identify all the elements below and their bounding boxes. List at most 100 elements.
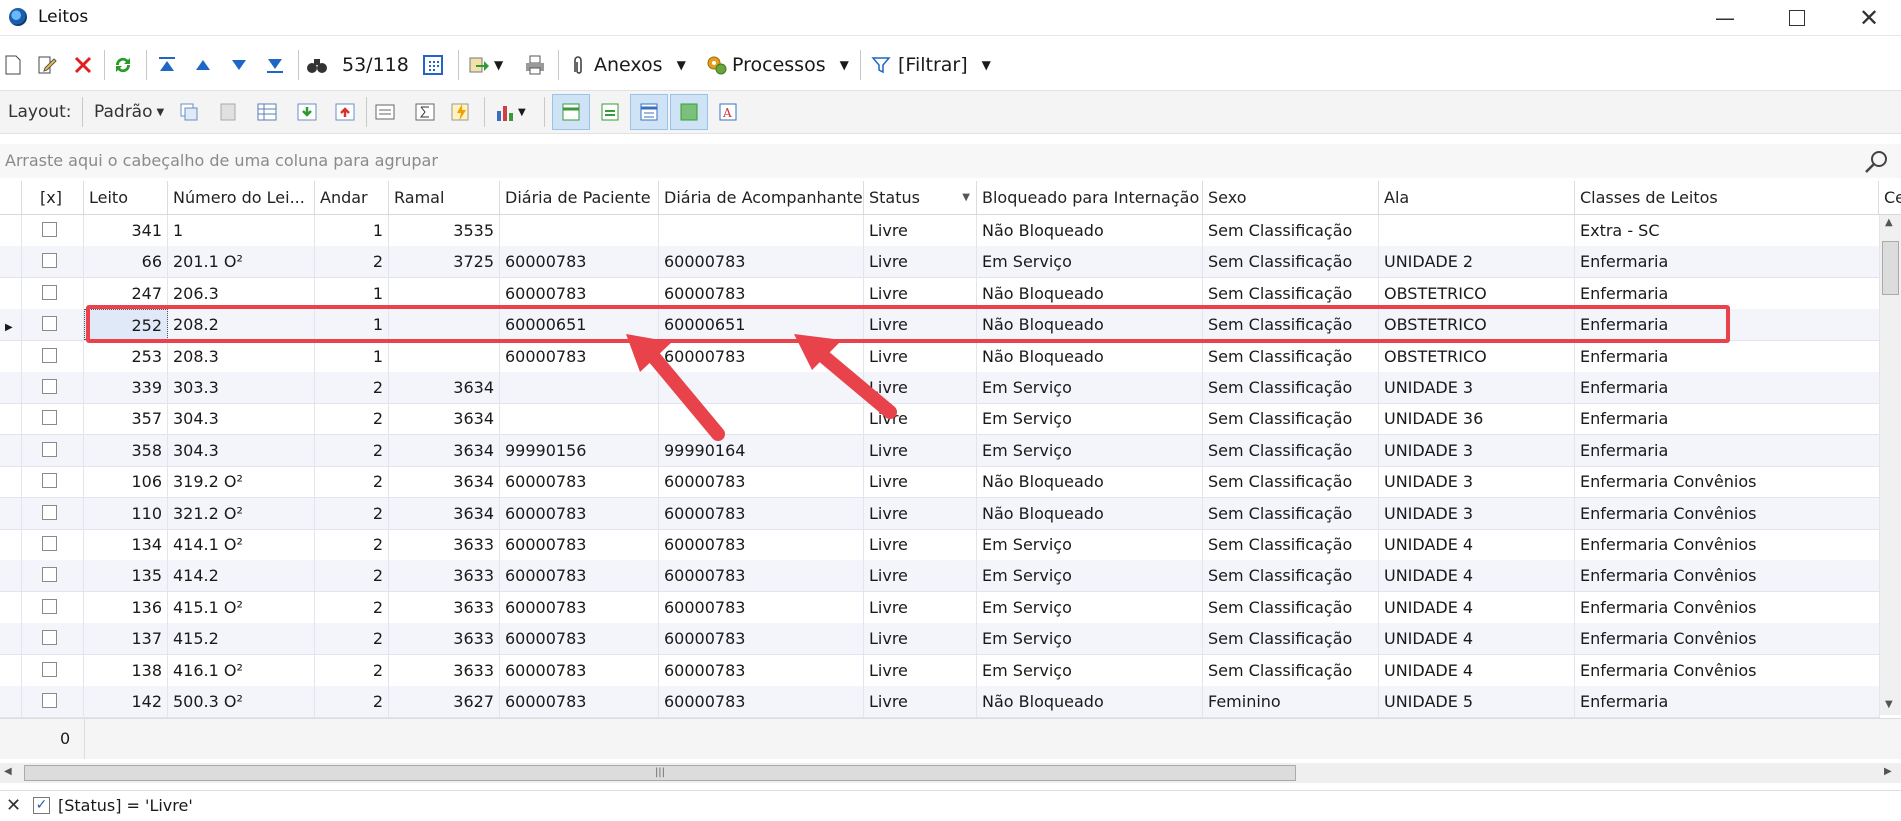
scroll-right-icon[interactable]: ▶ xyxy=(1884,766,1892,777)
clear-filter-icon[interactable]: ✕ xyxy=(6,795,21,816)
cell-status[interactable]: Livre xyxy=(864,372,977,403)
cell-bloq[interactable]: Não Bloqueado xyxy=(977,497,1203,529)
table-row[interactable]: 253 208.3 1 60000783 60000783 Livre Não Bloque… xyxy=(0,340,1880,373)
cell-ala[interactable]: UNIDADE 3 xyxy=(1379,434,1575,466)
scroll-left-icon[interactable]: ◀ xyxy=(4,766,12,777)
cell-status[interactable]: Livre xyxy=(864,340,977,372)
cell-numero[interactable]: 201.1 O² xyxy=(168,246,315,278)
cell-ala[interactable]: UNIDADE 3 xyxy=(1379,497,1575,529)
cell-sexo[interactable]: Sem Classificação xyxy=(1203,466,1379,498)
cell-dp[interactable]: 60000783 xyxy=(500,686,659,717)
cell-leito[interactable]: 110 xyxy=(84,497,168,529)
cell-dp[interactable]: 60000783 xyxy=(500,497,659,529)
row-checkbox[interactable] xyxy=(42,379,57,394)
cell-numero[interactable]: 414.2 xyxy=(168,560,315,592)
cell-numero[interactable]: 415.1 O² xyxy=(168,591,315,623)
header-ramal[interactable]: Ramal xyxy=(389,181,500,214)
cell-leito[interactable]: 138 xyxy=(84,654,168,686)
cell-bloq[interactable]: Em Serviço xyxy=(977,403,1203,435)
cell-dp[interactable]: 60000783 xyxy=(500,623,659,655)
cell-status[interactable]: Livre xyxy=(864,529,977,560)
cell-status[interactable]: Livre xyxy=(864,623,977,655)
vertical-scroll-thumb[interactable] xyxy=(1882,241,1899,295)
cell-leito[interactable]: 341 xyxy=(84,215,168,246)
cell-andar[interactable]: 2 xyxy=(315,623,389,655)
new-record-button[interactable] xyxy=(2,44,24,86)
cell-numero[interactable]: 319.2 O² xyxy=(168,466,315,498)
export-button[interactable]: ▼ xyxy=(468,44,503,86)
cell-ramal[interactable]: 3633 xyxy=(389,560,500,592)
cell-andar[interactable]: 2 xyxy=(315,654,389,686)
table-row[interactable]: 137 415.2 2 3633 60000783 60000783 Livre Em Ser… xyxy=(0,623,1880,656)
cell-numero[interactable]: 500.3 O² xyxy=(168,686,315,717)
layout-copy-button[interactable] xyxy=(178,91,200,133)
cell-classe[interactable]: Enfermaria xyxy=(1575,434,1880,466)
cell-numero[interactable]: 208.3 xyxy=(168,340,315,372)
print-button[interactable] xyxy=(524,44,546,86)
cell-sexo[interactable]: Sem Classificação xyxy=(1203,246,1379,278)
table-row[interactable]: 358 304.3 2 3634 99990156 99990164 Livre Em Ser… xyxy=(0,434,1880,467)
cell-numero[interactable]: 321.2 O² xyxy=(168,497,315,529)
cell-ala[interactable]: OBSTETRICO xyxy=(1379,340,1575,372)
edit-record-button[interactable] xyxy=(36,44,58,86)
cell-andar[interactable]: 2 xyxy=(315,403,389,435)
cell-ramal[interactable] xyxy=(389,340,500,372)
cell-classe[interactable]: Enfermaria xyxy=(1575,686,1880,717)
table-row[interactable]: 357 304.3 2 3634 Livre Em Serviço Sem Classifi… xyxy=(0,403,1880,436)
cell-classe[interactable]: Enfermaria Convênios xyxy=(1575,591,1880,623)
header-check[interactable]: [x] xyxy=(22,181,84,214)
row-checkbox[interactable] xyxy=(42,630,57,646)
cell-numero[interactable]: 414.1 O² xyxy=(168,529,315,560)
cell-ala[interactable]: UNIDADE 4 xyxy=(1379,529,1575,560)
cell-bloq[interactable]: Em Serviço xyxy=(977,623,1203,655)
cell-da[interactable]: 60000783 xyxy=(659,654,864,686)
cell-numero[interactable]: 415.2 xyxy=(168,623,315,655)
cell-ala[interactable]: UNIDADE 3 xyxy=(1379,466,1575,498)
cell-dp[interactable]: 60000783 xyxy=(500,466,659,498)
cell-andar[interactable]: 2 xyxy=(315,529,389,560)
cell-ala[interactable]: UNIDADE 4 xyxy=(1379,560,1575,592)
horizontal-scroll-thumb[interactable]: ||| xyxy=(24,765,1296,781)
table-row[interactable]: 138 416.1 O² 2 3633 60000783 60000783 Livre Em … xyxy=(0,654,1880,687)
calendar-button[interactable] xyxy=(422,44,444,86)
table-row[interactable]: 341 1 1 3535 Livre Não Bloqueado Sem Classific… xyxy=(0,215,1880,247)
cell-ramal[interactable]: 3634 xyxy=(389,466,500,498)
cell-andar[interactable]: 2 xyxy=(315,560,389,592)
filter-expression[interactable]: [Status] = 'Livre' xyxy=(58,796,193,815)
row-checkbox[interactable] xyxy=(42,536,57,551)
row-checkbox[interactable] xyxy=(42,661,57,677)
cell-classe[interactable]: Enfermaria xyxy=(1575,372,1880,403)
cell-andar[interactable]: 1 xyxy=(315,215,389,246)
cell-andar[interactable]: 2 xyxy=(315,246,389,278)
cell-da[interactable]: 60000783 xyxy=(659,466,864,498)
cell-ramal[interactable]: 3633 xyxy=(389,591,500,623)
cell-ramal[interactable]: 3633 xyxy=(389,623,500,655)
cell-ramal[interactable]: 3535 xyxy=(389,215,500,246)
cell-classe[interactable]: Enfermaria xyxy=(1575,246,1880,278)
row-checkbox[interactable] xyxy=(42,347,57,363)
cell-andar[interactable]: 2 xyxy=(315,466,389,498)
cell-leito[interactable]: 137 xyxy=(84,623,168,655)
cell-andar[interactable]: 2 xyxy=(315,591,389,623)
cell-classe[interactable]: Enfermaria Convênios xyxy=(1575,466,1880,498)
delete-record-button[interactable] xyxy=(72,44,94,86)
cell-dp[interactable] xyxy=(500,215,659,246)
cell-da[interactable]: 60000783 xyxy=(659,529,864,560)
table-row[interactable]: 142 500.3 O² 2 3627 60000783 60000783 Livre Não… xyxy=(0,686,1880,718)
cell-sexo[interactable]: Sem Classificação xyxy=(1203,623,1379,655)
cell-classe[interactable]: Enfermaria Convênios xyxy=(1575,654,1880,686)
cell-leito[interactable]: 339 xyxy=(84,372,168,403)
cell-leito[interactable]: 357 xyxy=(84,403,168,435)
cell-ala[interactable] xyxy=(1379,215,1575,246)
view-header-toggle[interactable] xyxy=(630,94,668,130)
cell-bloq[interactable]: Em Serviço xyxy=(977,246,1203,278)
cell-andar[interactable]: 2 xyxy=(315,372,389,403)
header-leito[interactable]: Leito xyxy=(84,181,168,214)
row-checkbox[interactable] xyxy=(42,410,57,426)
cell-ramal[interactable]: 3634 xyxy=(389,497,500,529)
cell-numero[interactable]: 1 xyxy=(168,215,315,246)
cell-numero[interactable]: 416.1 O² xyxy=(168,654,315,686)
group-panel[interactable]: Arraste aqui o cabeçalho de uma coluna p… xyxy=(0,144,1901,178)
scroll-down-icon[interactable]: ▼ xyxy=(1885,699,1893,710)
header-sexo[interactable]: Sexo xyxy=(1203,181,1379,214)
